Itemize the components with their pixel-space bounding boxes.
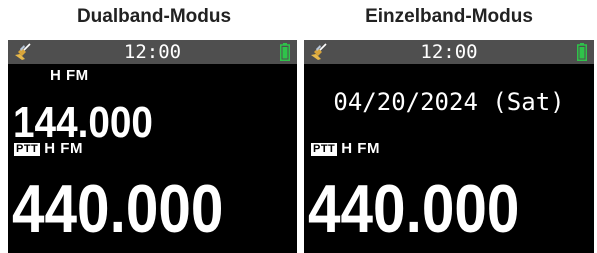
band-b-frequency[interactable]: 440.000 bbox=[12, 170, 223, 248]
band-b-mode: H FM bbox=[44, 140, 83, 157]
date-display: 04/20/2024 (Sat) bbox=[333, 88, 565, 116]
battery-icon bbox=[280, 43, 290, 61]
singleband-display: 12:00 04/20/2024 (Sat) PTT H FM 440.000 bbox=[304, 40, 594, 253]
battery-icon bbox=[577, 43, 587, 61]
status-bar: 12:00 bbox=[304, 40, 594, 64]
clock: 12:00 bbox=[420, 41, 478, 63]
band-a-mode: H FM bbox=[50, 67, 89, 84]
band-frequency[interactable]: 440.000 bbox=[308, 170, 519, 248]
band-mode: H FM bbox=[341, 140, 380, 157]
dualband-display: 12:00 H FM 144.000 PTT H FM 440.000 bbox=[8, 40, 297, 253]
band-header: PTT H FM bbox=[311, 140, 380, 157]
caption-dualband-mode: Dualband-Modus bbox=[76, 6, 232, 27]
band-b-header: PTT H FM bbox=[14, 140, 83, 157]
status-bar: 12:00 bbox=[8, 40, 297, 64]
caption-singleband-mode: Einzelband-Modus bbox=[365, 6, 533, 27]
ptt-badge: PTT bbox=[311, 143, 338, 156]
ptt-badge: PTT bbox=[14, 143, 41, 156]
clock: 12:00 bbox=[123, 41, 182, 63]
